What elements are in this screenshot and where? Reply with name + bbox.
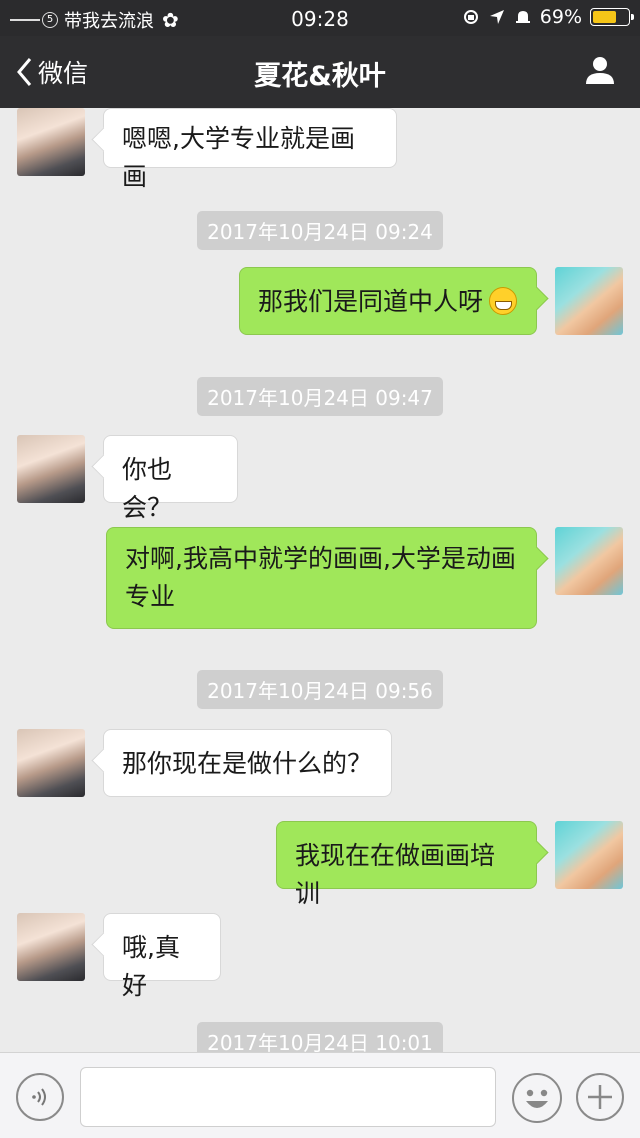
grinning-emoji-icon	[489, 287, 518, 315]
battery-icon	[590, 8, 634, 26]
emoji-icon	[526, 1089, 548, 1108]
message-text: 哦,真好	[122, 933, 180, 1000]
profile-button[interactable]	[584, 54, 616, 90]
contact-avatar[interactable]	[17, 435, 85, 503]
timestamp: 2017年10月24日 09:24	[0, 211, 640, 250]
received-message[interactable]: 嗯嗯,大学专业就是画画	[103, 108, 397, 191]
lock-rotation-icon	[463, 10, 478, 24]
message-input[interactable]	[80, 1067, 496, 1127]
message-text: 我现在在做画画培训	[295, 841, 496, 908]
contact-avatar[interactable]	[17, 729, 85, 797]
message-text-line: 对啊,我高中就学的画画,大学是动画	[125, 544, 516, 573]
voice-icon	[32, 1088, 46, 1106]
battery-percent: 69%	[539, 6, 582, 28]
alarm-bell-icon	[515, 11, 530, 23]
status-right: 69%	[462, 6, 634, 28]
more-button[interactable]	[576, 1073, 624, 1121]
message-text: 你也会？	[122, 455, 173, 522]
timestamp: 2017年10月24日 09:56	[0, 670, 640, 709]
input-bar	[0, 1052, 640, 1138]
emoji-button[interactable]	[512, 1073, 562, 1123]
message-text-line: 专业	[125, 582, 176, 611]
voice-button[interactable]	[16, 1073, 64, 1121]
timestamp-text: 2017年10月24日 10:01	[197, 1022, 443, 1052]
status-bar: 5 带我去流浪 ✿ 09:28 69%	[0, 0, 640, 36]
message-text: 那你现在是做什么的？	[122, 749, 373, 778]
message-text: 那我们是同道中人呀	[258, 287, 484, 316]
my-avatar[interactable]	[555, 527, 623, 595]
timestamp-text: 2017年10月24日 09:56	[197, 670, 443, 709]
sent-message[interactable]: 那我们是同道中人呀	[239, 267, 537, 335]
timestamp-text: 2017年10月24日 09:24	[197, 211, 443, 250]
timestamp-text: 2017年10月24日 09:47	[197, 377, 443, 416]
person-icon	[586, 57, 614, 84]
message-text: 嗯嗯,大学专业就是画画	[122, 124, 355, 191]
timestamp: 2017年10月24日 09:47	[0, 377, 640, 416]
my-avatar[interactable]	[555, 821, 623, 889]
received-message[interactable]: 你也会？	[103, 435, 238, 522]
received-message[interactable]: 那你现在是做什么的？	[103, 729, 392, 797]
contact-avatar[interactable]	[17, 913, 85, 981]
my-avatar[interactable]	[555, 267, 623, 335]
chat-title: 夏花&秋叶	[254, 61, 386, 92]
timestamp: 2017年10月24日 10:01	[0, 1022, 640, 1052]
sent-message[interactable]: 对啊,我高中就学的画画,大学是动画 专业	[106, 527, 537, 629]
location-arrow-icon	[489, 10, 504, 24]
chat-area[interactable]: 嗯嗯,大学专业就是画画 2017年10月24日 09:24 那我们是同道中人呀 …	[0, 108, 640, 1052]
plus-icon	[588, 1085, 612, 1109]
sent-message[interactable]: 我现在在做画画培训	[276, 821, 537, 908]
received-message[interactable]: 哦,真好	[103, 913, 221, 1000]
contact-avatar[interactable]	[17, 108, 85, 176]
battery-fill	[593, 11, 617, 23]
nav-bar: 微信 夏花&秋叶	[0, 36, 640, 108]
